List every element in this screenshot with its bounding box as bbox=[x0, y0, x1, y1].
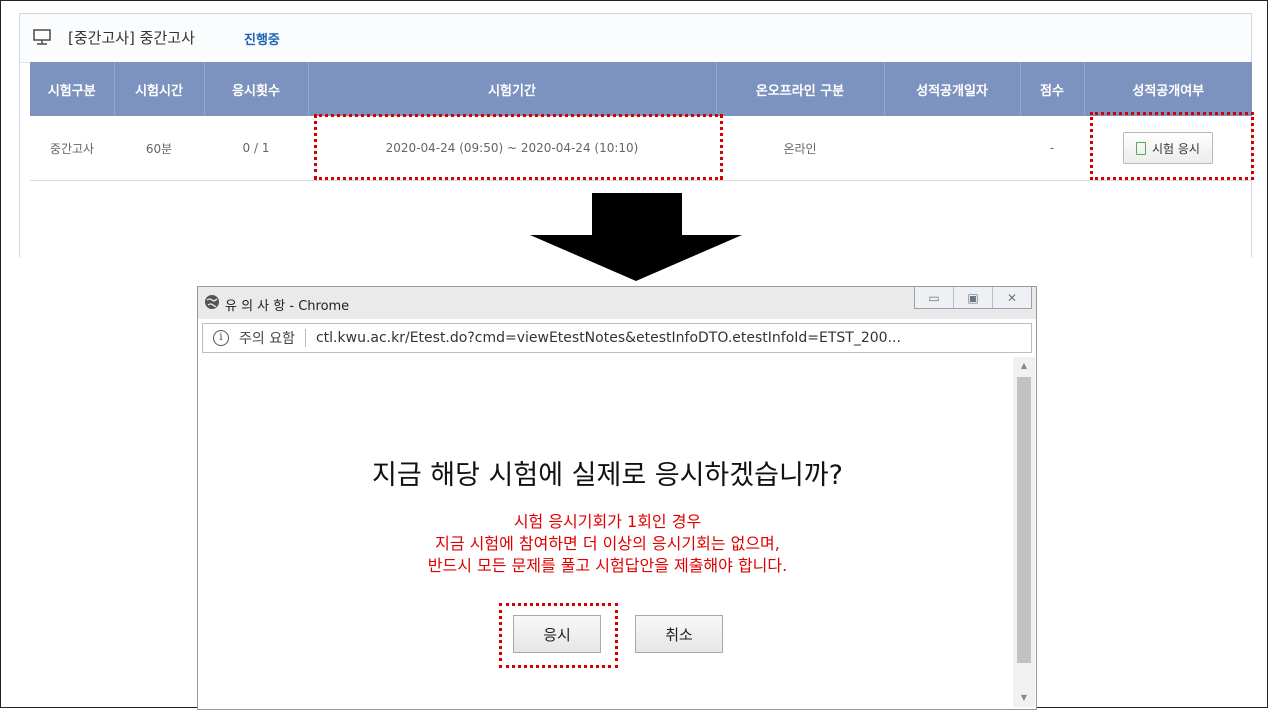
column-header: 성적공개여부 bbox=[1084, 62, 1252, 116]
exam-type-cell: 중간고사 bbox=[30, 116, 114, 181]
scroll-up-arrow-icon[interactable]: ▲ bbox=[1013, 357, 1035, 375]
window-controls: ▭ ▣ ✕ bbox=[914, 287, 1032, 309]
close-button[interactable]: ✕ bbox=[993, 287, 1031, 308]
status-badge: 진행중 bbox=[244, 33, 280, 48]
warning-line: 지금 시험에 참여하면 더 이상의 응시기회는 없으며, bbox=[435, 534, 780, 553]
column-header: 온오프라인 구분 bbox=[716, 62, 885, 116]
popup-titlebar: 유 의 사 항 - Chrome ▭ ▣ ✕ bbox=[198, 287, 1036, 319]
warning-line: 반드시 모든 문제를 풀고 시험답안을 제출해야 합니다. bbox=[427, 556, 788, 575]
column-header: 응시횟수 bbox=[204, 62, 309, 116]
scroll-thumb[interactable] bbox=[1017, 377, 1031, 663]
column-header: 시험시간 bbox=[114, 62, 205, 116]
table-header-row: 시험구분 시험시간 응시횟수 시험기간 온오프라인 구분 성적공개일자 점수 성… bbox=[30, 62, 1252, 116]
exam-duration-cell: 60분 bbox=[114, 116, 204, 181]
security-warning-label: 주의 요함 bbox=[239, 331, 295, 347]
down-arrow-icon bbox=[530, 193, 742, 281]
confirm-highlight bbox=[499, 603, 618, 668]
panel-title: [중간고사] 중간고사 bbox=[68, 29, 195, 47]
attempts-cell: 0 / 1 bbox=[204, 116, 308, 181]
cancel-button[interactable]: 취소 bbox=[635, 615, 723, 653]
score-cell: - bbox=[1020, 116, 1084, 181]
period-highlight bbox=[314, 114, 723, 180]
column-header: 점수 bbox=[1020, 62, 1085, 116]
warning-message: 시험 응시기회가 1회인 경우 지금 시험에 참여하면 더 이상의 응시기회는 … bbox=[202, 511, 1013, 577]
column-header: 성적공개일자 bbox=[884, 62, 1021, 116]
info-icon[interactable]: i bbox=[213, 330, 229, 346]
url-text: ctl.kwu.ac.kr/Etest.do?cmd=viewEtestNote… bbox=[315, 330, 901, 346]
column-header: 시험구분 bbox=[30, 62, 115, 116]
popup-window-title: 유 의 사 항 - Chrome bbox=[225, 299, 350, 314]
column-header: 시험기간 bbox=[308, 62, 717, 116]
vertical-scrollbar[interactable]: ▲ ▼ bbox=[1013, 357, 1035, 707]
action-highlight bbox=[1090, 112, 1254, 180]
warning-line: 시험 응시기회가 1회인 경우 bbox=[513, 512, 702, 531]
panel-header: [중간고사] 중간고사 진행중 bbox=[20, 14, 1251, 63]
release-date-cell bbox=[884, 116, 1020, 181]
scroll-down-arrow-icon[interactable]: ▼ bbox=[1013, 689, 1035, 707]
minimize-button[interactable]: ▭ bbox=[915, 287, 954, 308]
address-separator bbox=[304, 329, 306, 347]
globe-icon bbox=[205, 295, 219, 309]
maximize-button[interactable]: ▣ bbox=[954, 287, 993, 308]
confirm-question: 지금 해당 시험에 실제로 응시하겠습니까? bbox=[372, 460, 843, 491]
address-bar[interactable]: i 주의 요함 ctl.kwu.ac.kr/Etest.do?cmd=viewE… bbox=[202, 323, 1032, 353]
monitor-icon bbox=[33, 29, 51, 45]
exam-mode-cell: 온라인 bbox=[716, 116, 884, 181]
